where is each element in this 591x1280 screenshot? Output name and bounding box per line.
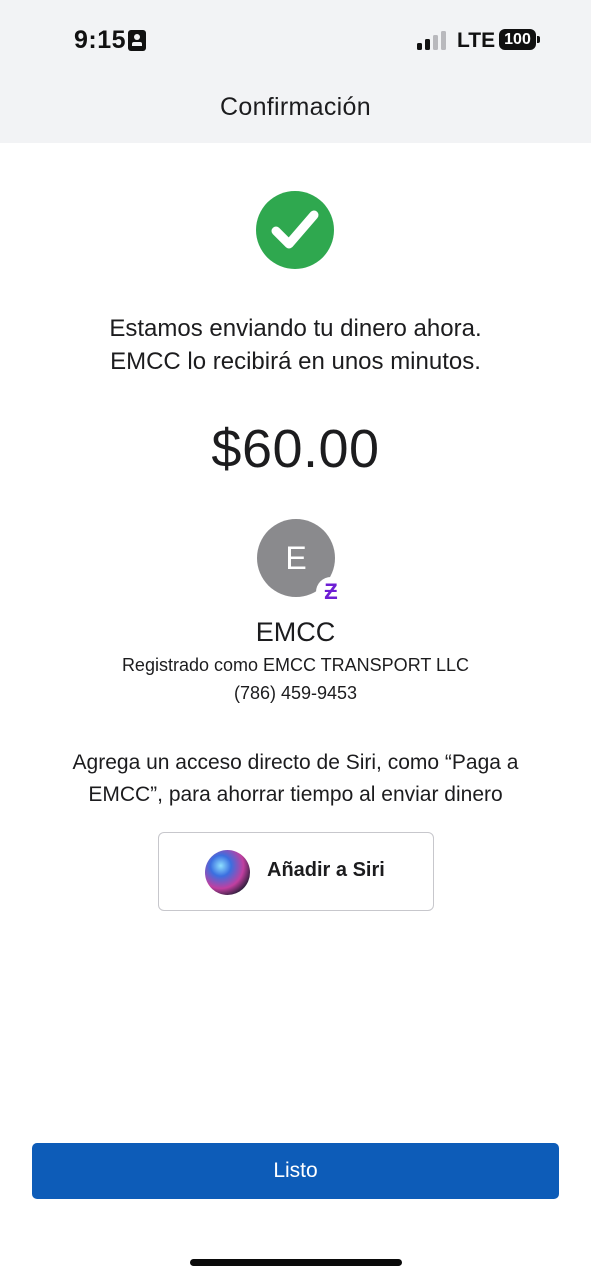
recipient-registered-as: Registrado como EMCC TRANSPORT LLC xyxy=(121,655,470,675)
amount: $60.00 xyxy=(211,419,380,479)
done-button[interactable]: Listo xyxy=(32,1143,559,1199)
page-title: Confirmación xyxy=(220,93,371,121)
recipient-phone: (786) 459-9453 xyxy=(233,683,358,703)
siri-prompt-line2: EMCC”, para ahorrar tiempo al enviar din… xyxy=(88,783,503,806)
battery-level: 100 xyxy=(499,29,536,50)
battery-icon: 100 xyxy=(499,29,540,50)
siri-prompt-line1: Agrega un acceso directo de Siri, como “… xyxy=(72,751,519,774)
network-label: LTE xyxy=(457,29,496,52)
signal-icon xyxy=(417,30,449,50)
confirmation-message: Estamos enviando tu dinero ahora. EMCC l… xyxy=(0,312,591,378)
confirmation-message-line2: EMCC lo recibirá en unos minutos. xyxy=(110,348,481,375)
id-card-icon xyxy=(128,30,146,51)
home-indicator[interactable] xyxy=(190,1259,402,1266)
confirmation-message-line1: Estamos enviando tu dinero ahora. xyxy=(109,315,482,342)
checkmark-icon xyxy=(256,191,334,269)
add-to-siri-label: Añadir a Siri xyxy=(267,859,385,881)
add-to-siri-button[interactable]: Añadir a Siri xyxy=(158,832,434,911)
zelle-icon: Ƶ xyxy=(316,577,346,607)
status-time: 9:15 xyxy=(74,26,127,54)
siri-prompt: Agrega un acceso directo de Siri, como “… xyxy=(0,747,591,811)
recipient-name: EMCC xyxy=(255,617,336,647)
top-bar: 9:15 LTE 100 Confirmación xyxy=(0,0,591,143)
siri-icon xyxy=(205,850,250,895)
